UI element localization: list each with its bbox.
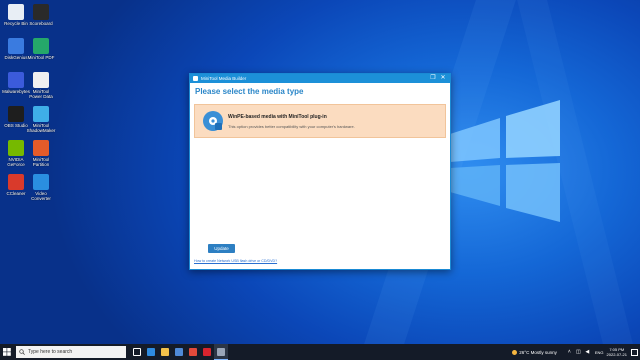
desktop-icon-label: Video Converter [31, 191, 51, 201]
sun-icon [512, 349, 518, 355]
windows-start-icon [3, 348, 11, 356]
desktop-icon[interactable]: Video Converter [26, 174, 56, 206]
system-tray: 26°C Mostly sunny ˄ ◫ ◀ ENG 7:05 PM 2022… [512, 344, 640, 360]
task-view-icon [133, 348, 141, 356]
weather-text: 26°C Mostly sunny [519, 349, 557, 355]
desktop-icon[interactable]: MiniTool Power Data [26, 72, 56, 104]
taskbar-app-edge[interactable] [144, 344, 158, 360]
desktop-icon-label: MiniTool ShadowMaker [26, 123, 56, 133]
search-icon [19, 349, 25, 355]
chrome-icon [189, 348, 197, 356]
windows-logo-wallpaper [450, 100, 560, 222]
opera-icon [203, 348, 211, 356]
pdf-editor-icon [33, 38, 49, 54]
desktop-icon[interactable]: MiniTool ShadowMaker [26, 106, 56, 138]
window-title: MiniTool Media Builder [201, 76, 247, 81]
edge-icon [147, 348, 155, 356]
option-title: WinPE-based media with MiniTool plug-in [228, 114, 327, 120]
media-builder-window: MiniTool Media Builder ❐ ✕ Please select… [189, 73, 451, 270]
taskbar-app-media-builder[interactable] [214, 344, 228, 360]
taskbar: Type here to search 26°C Mostly sunny ˄ … [0, 344, 640, 360]
clock-date: 2022-07-21 [606, 352, 627, 357]
media-builder-icon [217, 347, 225, 356]
taskbar-app-opera[interactable] [200, 344, 214, 360]
desktop-icon-label: MiniTool Partition Wizard [32, 157, 50, 167]
search-placeholder: Type here to search [28, 349, 73, 355]
ccleaner-icon [8, 174, 24, 190]
nvidia-icon [8, 140, 24, 156]
dialog-heading: Please select the media type [195, 87, 304, 96]
window-titlebar[interactable]: MiniTool Media Builder ❐ ✕ [190, 74, 450, 83]
diskgenius-icon [8, 38, 24, 54]
malwarebytes-icon [8, 72, 24, 88]
update-button[interactable]: Update [208, 244, 235, 253]
network-icon[interactable]: ◫ [575, 349, 582, 356]
desktop-icon[interactable]: Scoreboard [26, 4, 56, 36]
video-converter-icon [33, 174, 49, 190]
start-button[interactable] [0, 344, 14, 360]
restore-icon[interactable]: ❐ [429, 75, 437, 82]
scoreboard-icon [33, 4, 49, 20]
winpe-media-icon [203, 111, 223, 131]
help-link[interactable]: How to create Network USB flash drive or… [194, 259, 277, 263]
desktop-icon[interactable]: MiniTool PDF [26, 38, 56, 70]
taskbar-app-file-explorer[interactable] [158, 344, 172, 360]
obs-icon [8, 106, 24, 122]
taskbar-search[interactable]: Type here to search [16, 346, 126, 358]
desktop: Recycle Bin Scoreboard DiskGenius MiniTool … [0, 0, 640, 344]
shadowmaker-icon [33, 106, 49, 122]
file-explorer-icon [161, 348, 169, 356]
power-data-icon [33, 72, 49, 88]
desktop-icon[interactable]: MiniTool Partition Wizard [26, 140, 56, 172]
taskbar-app-store[interactable] [172, 344, 186, 360]
partition-wizard-icon [33, 140, 49, 156]
desktop-icon-label: MiniTool PDF [27, 55, 55, 60]
app-icon [193, 76, 198, 81]
desktop-icon-label: MiniTool Power Data [29, 89, 53, 99]
recycle-bin-icon [8, 4, 24, 20]
desktop-icon-label: Scoreboard [29, 21, 53, 26]
weather-widget[interactable]: 26°C Mostly sunny [512, 349, 557, 355]
volume-icon[interactable]: ◀ [584, 349, 591, 356]
taskbar-app-task-view[interactable] [130, 344, 144, 360]
language-indicator[interactable]: ENG [595, 350, 604, 355]
option-description: This option provides better compatibilit… [228, 124, 355, 129]
taskbar-app-chrome[interactable] [186, 344, 200, 360]
notification-icon[interactable] [631, 348, 638, 356]
chevron-up-icon[interactable]: ˄ [566, 349, 573, 356]
clock[interactable]: 7:05 PM 2022-07-21 [607, 347, 627, 357]
close-icon[interactable]: ✕ [439, 75, 447, 82]
taskbar-apps [130, 344, 228, 360]
store-icon [175, 348, 183, 356]
winpe-media-option[interactable]: WinPE-based media with MiniTool plug-in … [194, 104, 446, 138]
